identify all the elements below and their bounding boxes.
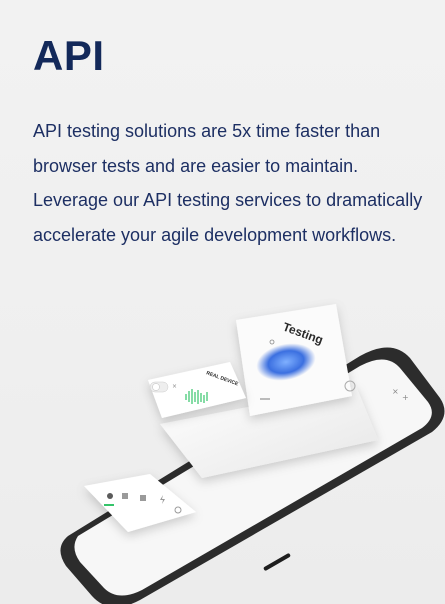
close-icon: ×	[172, 383, 177, 390]
section-description: API testing solutions are 5x time faster…	[33, 121, 423, 245]
active-tab-indicator	[104, 504, 114, 506]
real-device-card: REAL DEVICE ×	[148, 362, 246, 418]
phone-close-icon: ×	[392, 387, 399, 396]
list-icon	[122, 493, 128, 499]
api-feature-card: API API testing solutions are 5x time fa…	[0, 0, 445, 604]
battery-icon	[418, 380, 426, 384]
home-icon	[107, 493, 113, 499]
testing-screen-card: Testing	[236, 304, 352, 416]
section-title: API	[33, 32, 105, 79]
phone-illustration-svg: Testing REAL DEVICE × × +	[60, 304, 445, 604]
phone-add-icon: +	[402, 393, 409, 402]
phone-illustration: Testing REAL DEVICE × × +	[0, 290, 445, 604]
grid-icon	[140, 495, 146, 501]
